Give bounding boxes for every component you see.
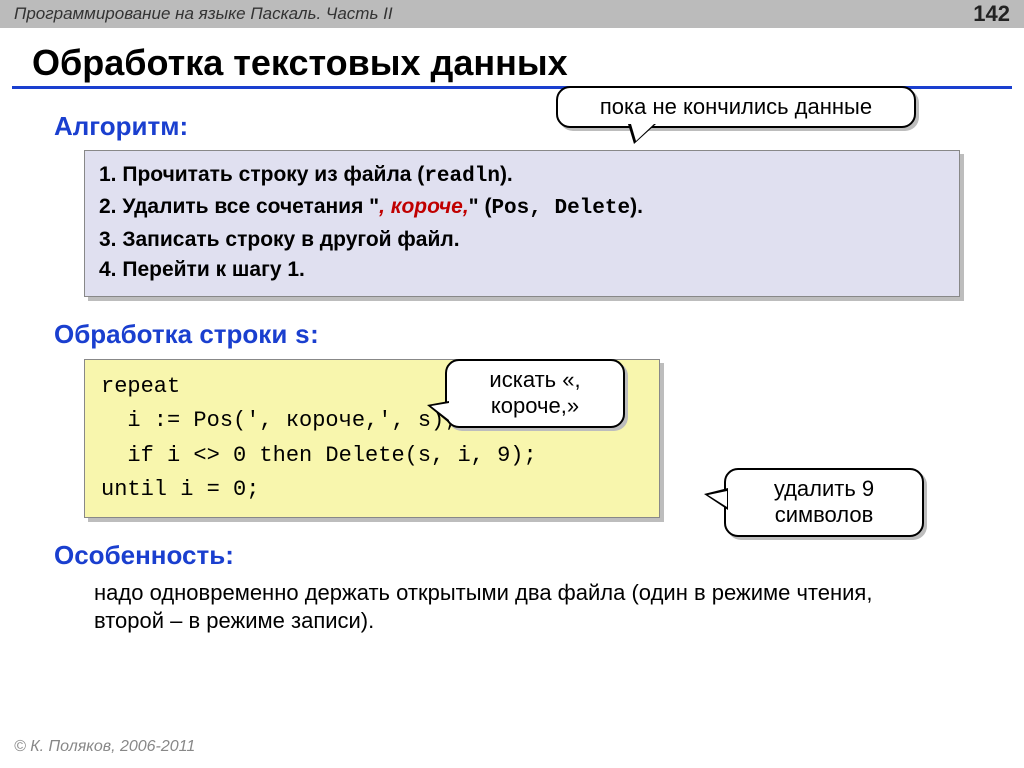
callout-tail-icon [704,488,728,510]
copyright-footer: © К. Поляков, 2006-2011 [14,738,195,756]
processing-heading: Обработка строки s: [54,319,1000,351]
callout-delete-nine: удалить 9 символов [724,468,924,537]
top-bar: Программирование на языке Паскаль. Часть… [0,0,1024,28]
callout-tail-icon [427,401,449,423]
feature-heading: Особенность: [54,540,1000,571]
algo-step-4: 4. Перейти к шагу 1. [99,256,945,284]
page-number: 142 [973,1,1010,27]
callout-until-data: пока не кончились данные [556,86,916,128]
algo-step-3: 3. Записать строку в другой файл. [99,226,945,254]
page-title: Обработка текстовых данных [32,42,1024,84]
algorithm-box: 1. Прочитать строку из файла (readln). 2… [84,150,960,297]
breadcrumb: Программирование на языке Паскаль. Часть… [14,4,393,24]
feature-body: надо одновременно держать открытыми два … [94,579,930,636]
callout-tail-icon [628,124,656,144]
callout-search: искать «, короче,» [445,359,625,428]
algo-step-2: 2. Удалить все сочетания ", короче," (Po… [99,193,945,223]
algo-step-1: 1. Прочитать строку из файла (readln). [99,161,945,191]
